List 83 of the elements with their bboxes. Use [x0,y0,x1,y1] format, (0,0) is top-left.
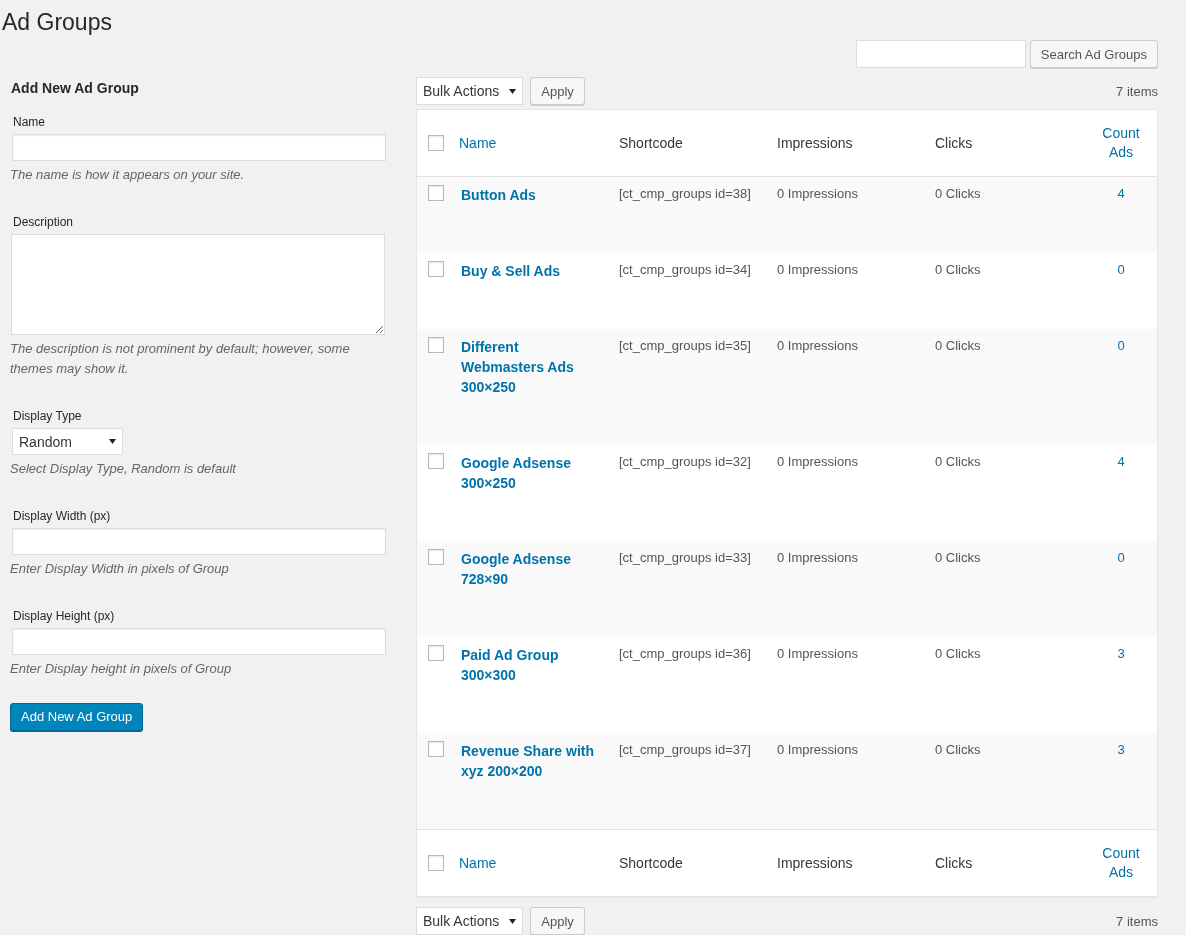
group-name-link[interactable]: Google Adsense 300×250 [461,453,597,493]
shortcode-cell-text: [ct_cmp_groups id=33] [619,549,752,567]
add-group-button[interactable]: Add New Ad Group [10,702,144,731]
ad-count-link[interactable]: 0 [1096,261,1146,281]
impressions-cell-text: 0 Impressions [777,261,859,279]
group-name-link[interactable]: Button Ads [461,185,597,205]
impressions-cell-text: 0 Impressions [777,453,859,471]
ad-count-link[interactable]: 4 [1096,453,1146,493]
field-hint: The name is how it appears on your site. [10,166,246,184]
ad-count-link[interactable]: 4 [1096,185,1146,205]
ad-count-link[interactable]: 0 [1096,549,1146,589]
impressions-cell-text: 0 Impressions [777,741,859,759]
sortable-column-header[interactable]: Count Ads [1096,124,1146,162]
checkbox[interactable] [428,549,444,565]
sortable-column-header[interactable]: Name [459,135,619,151]
column-header: Clicks [935,135,974,151]
field-label: Display Height (px) [13,609,116,623]
impressions-cell-text: 0 Impressions [777,549,859,567]
shortcode-cell-text: [ct_cmp_groups id=38] [619,185,752,203]
ad-count-link[interactable]: 3 [1096,741,1146,781]
checkbox[interactable] [428,135,444,151]
clicks-cell-text: 0 Clicks [935,645,982,663]
impressions-cell-text: 0 Impressions [777,645,859,663]
column-header: Impressions [777,135,854,151]
group-name-link[interactable]: Buy & Sell Ads [461,261,597,281]
field-hint: The description is not prominent by default; however, some themes may show it. [10,340,351,378]
group-name-link[interactable]: Different Webmasters Ads 300×250 [461,337,597,397]
bulk-actions-dropdown[interactable]: Bulk Actions [416,907,524,935]
form-title: Add New Ad Group [11,79,140,97]
sortable-column-header[interactable]: Name [459,855,619,871]
item-count: 7 items [1116,83,1158,99]
checkbox[interactable] [428,855,444,871]
field-hint: Select Display Type, Random is default [10,460,238,478]
field-label: Display Width (px) [13,509,112,523]
column-header: Shortcode [619,855,684,871]
caret-icon [509,918,517,924]
description-field[interactable] [11,234,385,335]
item-count: 7 items [1116,913,1158,929]
shortcode-cell-text: [ct_cmp_groups id=37] [619,741,752,759]
clicks-cell-text: 0 Clicks [935,741,982,759]
group-name-link[interactable]: Google Adsense 728×90 [461,549,597,589]
caret-icon [109,439,116,444]
shortcode-cell-text: [ct_cmp_groups id=34] [619,261,752,279]
column-header: Impressions [777,855,854,871]
shortcode-cell-text: [ct_cmp_groups id=35] [619,337,752,355]
apply-button[interactable]: Apply [530,907,585,935]
sortable-column-header[interactable]: Count Ads [1096,844,1146,882]
field-hint: Enter Display Width in pixels of Group [10,560,230,578]
bulk-actions-dropdown[interactable]: Bulk Actions [416,77,524,105]
checkbox[interactable] [428,645,444,661]
search-field[interactable] [855,40,1026,68]
field-hint: Enter Display height in pixels of Group [10,660,233,678]
apply-button[interactable]: Apply [530,77,585,105]
impressions-cell-text: 0 Impressions [777,185,859,203]
impressions-cell-text: 0 Impressions [777,337,859,355]
input-field[interactable] [12,528,386,555]
checkbox[interactable] [428,453,444,469]
group-name-link[interactable]: Paid Ad Group 300×300 [461,645,597,685]
input-field[interactable] [12,628,386,655]
clicks-cell-text: 0 Clicks [935,453,982,471]
ad-count-link[interactable]: 3 [1096,645,1146,685]
display-type-dropdown[interactable]: Random [12,428,123,455]
ad-count-link[interactable]: 0 [1096,337,1146,397]
clicks-cell-text: 0 Clicks [935,185,982,203]
clicks-cell-text: 0 Clicks [935,337,982,355]
column-header: Shortcode [619,135,684,151]
clicks-cell-text: 0 Clicks [935,261,982,279]
group-name-link[interactable]: Revenue Share with xyz 200×200 [461,741,597,781]
input-field[interactable] [12,134,386,161]
shortcode-cell-text: [ct_cmp_groups id=32] [619,453,752,471]
checkbox[interactable] [428,337,444,353]
clicks-cell-text: 0 Clicks [935,549,982,567]
field-label: Description [13,215,75,229]
field-label: Name [13,115,46,129]
checkbox[interactable] [428,261,444,277]
caret-icon [509,88,517,94]
page-title: Ad Groups [2,8,113,37]
field-label: Display Type [13,409,83,423]
checkbox[interactable] [428,741,444,757]
checkbox[interactable] [428,185,444,201]
search-button[interactable]: Search Ad Groups [1029,40,1158,68]
column-header: Clicks [935,855,974,871]
shortcode-cell-text: [ct_cmp_groups id=36] [619,645,752,663]
